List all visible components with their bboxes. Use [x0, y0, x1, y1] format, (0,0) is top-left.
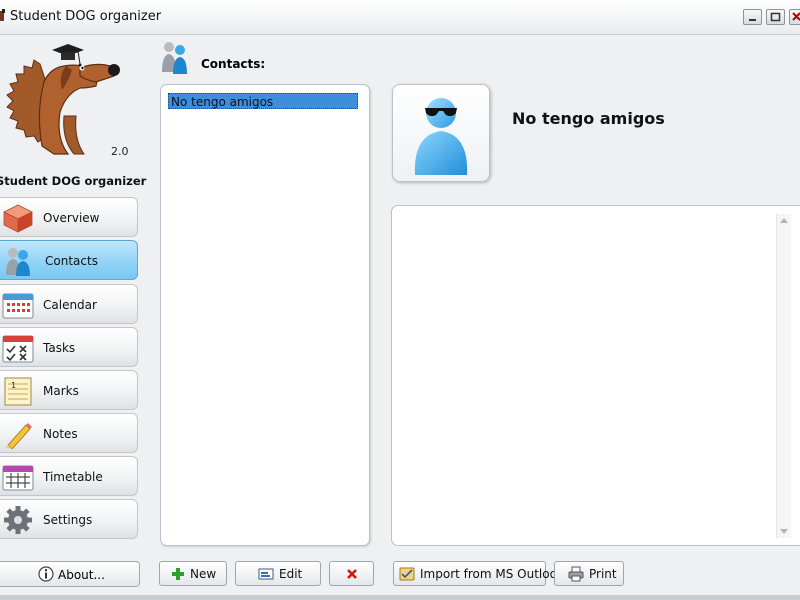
dog-logo [6, 44, 120, 155]
close-icon [792, 12, 800, 21]
nav-item-marks[interactable]: 1 Marks [0, 370, 138, 410]
tasks-checklist-icon [2, 335, 34, 363]
nav-label: Timetable [43, 470, 103, 484]
print-button[interactable]: Print [554, 561, 624, 586]
nav-item-notes[interactable]: Notes [0, 413, 138, 453]
import-outlook-button[interactable]: Import from MS Outlook [393, 561, 564, 586]
pencil-icon [5, 423, 32, 449]
nav-item-calendar[interactable]: Calendar [0, 284, 138, 324]
outlook-icon [399, 567, 415, 581]
details-scrollbar[interactable] [776, 214, 791, 538]
edit-contact-button[interactable]: Edit [235, 561, 321, 586]
list-item[interactable]: No tengo amigos [168, 93, 358, 109]
close-button[interactable] [789, 9, 800, 25]
nav-label: Contacts [45, 254, 98, 268]
nav-label: Settings [43, 513, 93, 527]
new-contact-button[interactable]: New [159, 561, 227, 586]
edit-form-icon [258, 568, 274, 580]
avatar-person-icon [414, 98, 468, 175]
about-button[interactable]: About... [0, 561, 140, 587]
calendar-icon [2, 293, 34, 319]
nav-item-timetable[interactable]: Timetable [0, 456, 138, 496]
svg-text:1: 1 [11, 381, 16, 390]
nav-label: Overview [43, 211, 100, 225]
people-icon [162, 42, 187, 74]
delete-contact-button[interactable] [329, 561, 374, 586]
delete-x-icon [347, 569, 357, 579]
nav-item-tasks[interactable]: Tasks [0, 327, 138, 367]
new-label: New [190, 567, 217, 581]
window-bottom-border [0, 595, 800, 600]
nav-label: Notes [43, 427, 78, 441]
minimize-button[interactable] [743, 9, 762, 25]
contact-details-panel[interactable] [391, 205, 800, 546]
contact-name-heading: No tengo amigos [512, 109, 665, 128]
contacts-title: Contacts: [201, 57, 266, 71]
nav-label: Calendar [43, 298, 97, 312]
nav-item-overview[interactable]: Overview [0, 197, 138, 237]
info-icon [38, 566, 54, 582]
title-bar[interactable]: Student DOG organizer [0, 0, 800, 35]
cube-icon [3, 204, 33, 233]
minimize-icon [749, 19, 756, 21]
about-label: About... [58, 568, 105, 582]
maximize-icon [770, 12, 781, 22]
contact-list[interactable]: No tengo amigos [160, 84, 370, 546]
app-version: 2.0 [111, 145, 129, 158]
scroll-down-icon[interactable] [780, 529, 788, 534]
import-label: Import from MS Outlook [420, 567, 564, 581]
nav-label: Marks [43, 384, 79, 398]
window-title: Student DOG organizer [10, 9, 162, 24]
contact-avatar[interactable] [392, 84, 490, 182]
edit-label: Edit [279, 567, 303, 581]
nav-item-contacts[interactable]: Contacts [0, 240, 138, 280]
app-icon[interactable] [0, 9, 6, 23]
printer-icon [568, 566, 584, 582]
timetable-icon [2, 465, 34, 491]
scroll-up-icon[interactable] [780, 218, 788, 223]
nav-label: Tasks [43, 341, 76, 355]
gear-icon [4, 506, 32, 534]
maximize-button[interactable] [766, 9, 785, 25]
app-name: Student DOG organizer [0, 174, 147, 188]
print-label: Print [589, 567, 617, 581]
people-icon [6, 248, 30, 276]
nav-item-settings[interactable]: Settings [0, 499, 138, 539]
notebook-icon: 1 [4, 377, 32, 406]
plus-icon [172, 568, 184, 580]
